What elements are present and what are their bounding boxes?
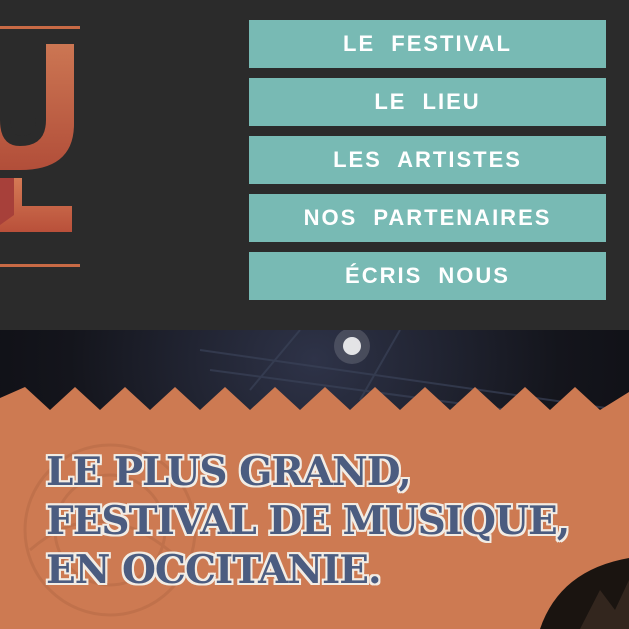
festival-logo[interactable] (0, 20, 82, 272)
nav-item-le-lieu[interactable]: LE LIEU (249, 78, 606, 126)
nav-item-les-artistes[interactable]: LES ARTISTES (249, 136, 606, 184)
hero-headline: LE PLUS GRAND, FESTIVAL DE MUSIQUE, EN O… (46, 448, 606, 595)
headline-line-1: LE PLUS GRAND, (46, 449, 412, 495)
headline-line-2: FESTIVAL DE MUSIQUE, (46, 498, 570, 544)
site-header: LE FESTIVAL LE LIEU LES ARTISTES NOS PAR… (0, 0, 629, 330)
headline-line-3: EN OCCITANIE. (46, 547, 382, 593)
main-navigation: LE FESTIVAL LE LIEU LES ARTISTES NOS PAR… (249, 20, 606, 310)
nav-item-nos-partenaires[interactable]: NOS PARTENAIRES (249, 194, 606, 242)
nav-item-le-festival[interactable]: LE FESTIVAL (249, 20, 606, 68)
nav-item-ecris-nous[interactable]: ÉCRIS NOUS (249, 252, 606, 300)
